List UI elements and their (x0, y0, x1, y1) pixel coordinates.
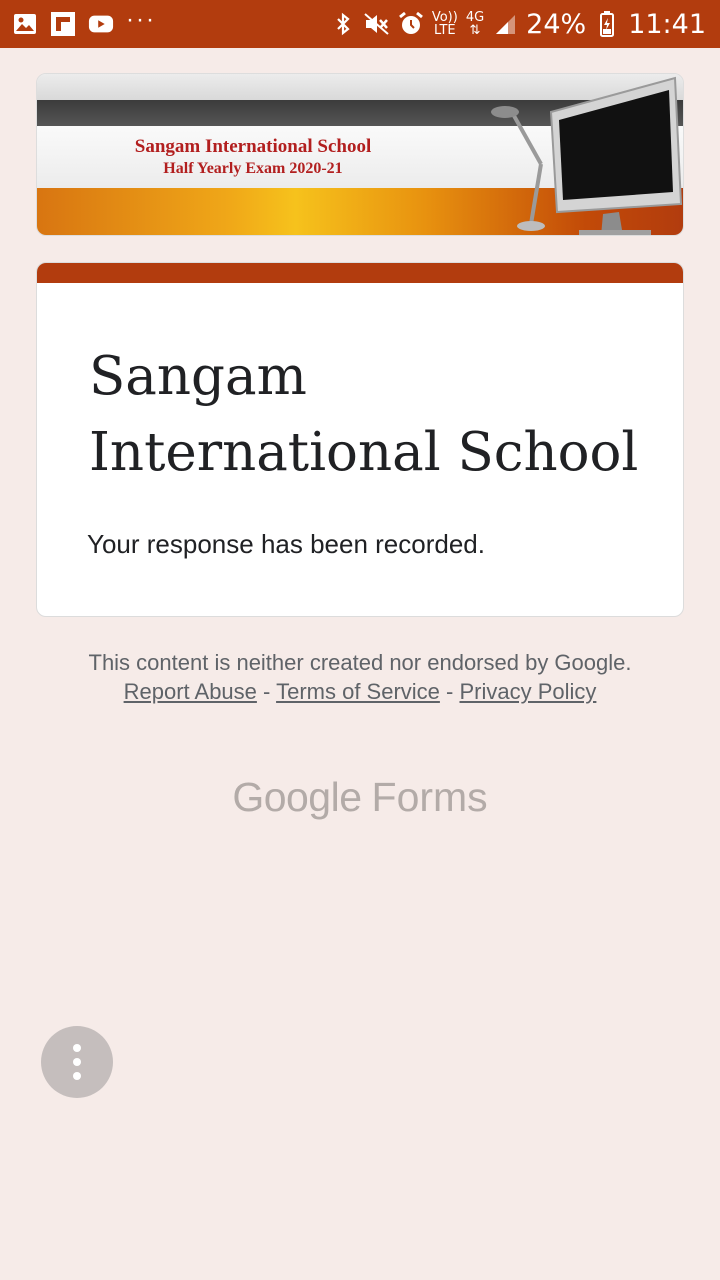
bluetooth-icon (330, 11, 356, 37)
battery-icon (594, 11, 620, 37)
computer-illustration-icon (491, 76, 683, 235)
response-message: Your response has been recorded. (87, 529, 485, 559)
form-title: Sangam International School (89, 346, 639, 483)
flipboard-icon (50, 11, 76, 37)
separator: - (446, 679, 454, 704)
more-vert-icon (73, 1044, 81, 1052)
report-abuse-link[interactable]: Report Abuse (124, 679, 257, 704)
more-dots-icon: ··· (126, 6, 156, 33)
separator: - (263, 679, 271, 704)
banner-subtitle: Half Yearly Exam 2020-21 (163, 160, 343, 177)
status-bar: ··· Vo)) LTE 4G ⇅ 24% 11:41 (0, 0, 720, 48)
header-banner: Sangam International School Half Yearly … (36, 73, 684, 236)
mute-icon (364, 11, 390, 37)
gallery-icon (12, 11, 38, 37)
forms-wordmark: Forms (371, 774, 488, 820)
card-accent-bar (37, 263, 683, 283)
google-forms-logo[interactable]: Google Forms (0, 774, 720, 821)
alarm-icon (398, 11, 424, 37)
battery-percent: 24% (526, 8, 587, 40)
status-bar-right: Vo)) LTE 4G ⇅ 24% 11:41 (322, 9, 706, 40)
more-options-button[interactable] (41, 1026, 113, 1098)
privacy-policy-link[interactable]: Privacy Policy (459, 679, 596, 704)
disclaimer-text: This content is neither created nor endo… (88, 650, 632, 675)
banner-title: Sangam International School (134, 136, 372, 157)
footer-disclaimer: This content is neither created nor endo… (70, 648, 650, 706)
google-wordmark: Google (232, 774, 362, 820)
terms-of-service-link[interactable]: Terms of Service (276, 679, 440, 704)
signal-icon (492, 11, 518, 37)
volte-icon: Vo)) LTE (431, 10, 458, 38)
confirmation-card: Sangam International School Your respons… (36, 262, 684, 617)
youtube-icon (88, 11, 114, 37)
status-bar-left: ··· (12, 6, 168, 37)
network-type-icon: 4G ⇅ (465, 10, 485, 38)
clock: 11:41 (628, 8, 706, 40)
